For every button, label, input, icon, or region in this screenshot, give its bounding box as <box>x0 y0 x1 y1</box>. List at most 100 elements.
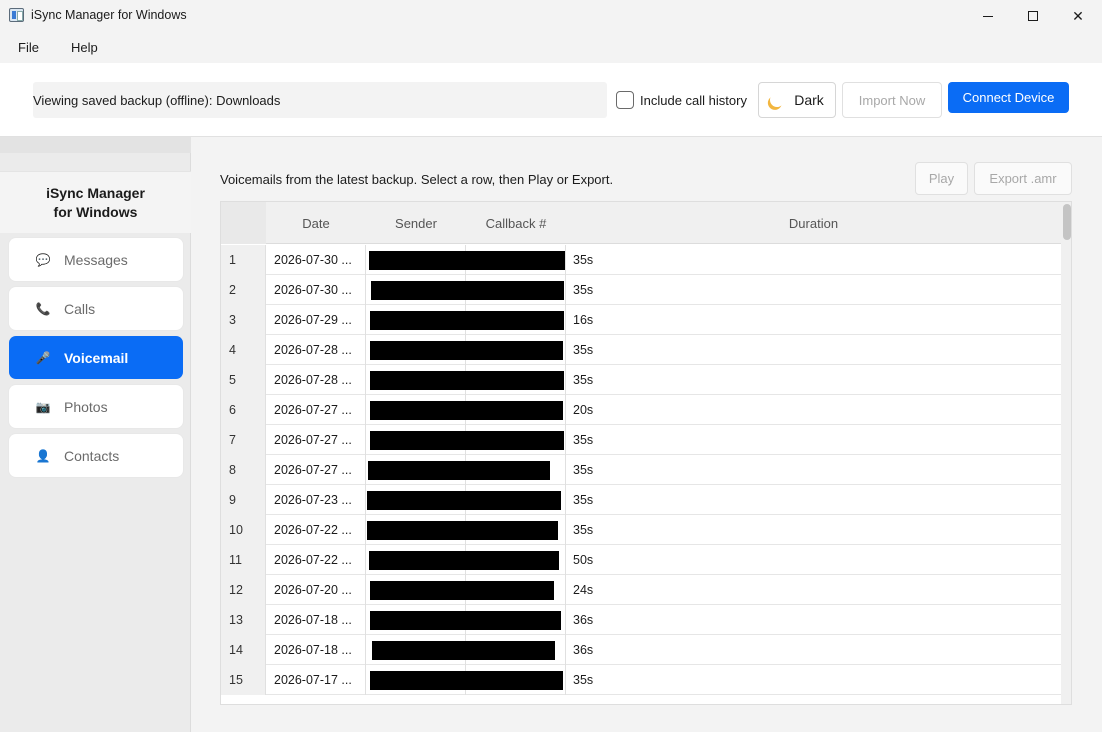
vertical-scrollbar[interactable] <box>1061 202 1071 704</box>
cell-date: 2026-07-30 ... <box>266 245 366 275</box>
minimize-icon <box>983 15 993 17</box>
include-call-history-checkbox[interactable] <box>616 91 634 109</box>
row-number: 13 <box>221 605 266 635</box>
redaction-bar <box>370 671 563 690</box>
table-row[interactable]: 13 2026-07-18 ... 36s <box>221 605 1061 635</box>
row-number: 6 <box>221 395 266 425</box>
main-panel: Voicemails from the latest backup. Selec… <box>192 137 1102 732</box>
row-number: 11 <box>221 545 266 575</box>
cell-duration: 36s <box>573 643 594 657</box>
cell-duration: 35s <box>573 463 594 477</box>
table-row[interactable]: 12 2026-07-20 ... 24s <box>221 575 1061 605</box>
redaction-bar <box>370 401 563 420</box>
column-header-duration[interactable]: Duration <box>566 202 1061 244</box>
cell-date: 2026-07-27 ... <box>266 425 366 455</box>
table-row[interactable]: 15 2026-07-17 ... 35s <box>221 665 1061 695</box>
window-title: iSync Manager for Windows <box>31 8 187 22</box>
table-row[interactable]: 11 2026-07-22 ... 50s <box>221 545 1061 575</box>
column-header-callback[interactable]: Callback # <box>466 202 566 244</box>
redaction-bar <box>369 251 565 270</box>
table-row[interactable]: 5 2026-07-28 ... 35s <box>221 365 1061 395</box>
menu-file[interactable]: File <box>18 40 39 55</box>
cell-duration: 35s <box>573 673 594 687</box>
row-number: 8 <box>221 455 266 485</box>
cell-date: 2026-07-27 ... <box>266 455 366 485</box>
cell-duration: 16s <box>573 313 594 327</box>
table-row[interactable]: 8 2026-07-27 ... 35s <box>221 455 1061 485</box>
moon-icon <box>768 91 786 109</box>
redaction-bar <box>369 551 559 570</box>
export-amr-button[interactable]: Export .amr <box>974 162 1072 195</box>
cell-duration: 35s <box>573 373 594 387</box>
table-row[interactable]: 3 2026-07-29 ... 16s <box>221 305 1061 335</box>
cell-duration: 35s <box>573 283 594 297</box>
column-header-sender[interactable]: Sender <box>366 202 466 244</box>
redaction-bar <box>370 431 564 450</box>
cell-duration: 35s <box>573 343 594 357</box>
row-index-header[interactable] <box>221 202 266 244</box>
cell-date: 2026-07-23 ... <box>266 485 366 515</box>
cell-date: 2026-07-30 ... <box>266 275 366 305</box>
scrollbar-thumb[interactable] <box>1063 204 1071 240</box>
backup-status-text: Viewing saved backup (offline): Download… <box>33 92 281 108</box>
table-header: Date Sender Callback # Duration <box>221 202 1071 244</box>
row-number: 14 <box>221 635 266 665</box>
menu-bar: File Help <box>0 32 1102 63</box>
table-row[interactable]: 9 2026-07-23 ... 35s <box>221 485 1061 515</box>
table-row[interactable]: 4 2026-07-28 ... 35s <box>221 335 1061 365</box>
redaction-bar <box>370 581 554 600</box>
table-row[interactable]: 6 2026-07-27 ... 20s <box>221 395 1061 425</box>
cell-duration: 35s <box>573 493 594 507</box>
sidebar-item-photos[interactable]: 📷 Photos <box>9 385 183 428</box>
voicemail-table[interactable]: Date Sender Callback # Duration 1 2026-07… <box>220 201 1072 705</box>
sidebar-item-calls[interactable]: 📞 Calls <box>9 287 183 330</box>
redaction-bar <box>370 311 564 330</box>
table-row[interactable]: 14 2026-07-18 ... 36s <box>221 635 1061 665</box>
table-row[interactable]: 7 2026-07-27 ... 35s <box>221 425 1061 455</box>
sidebar-item-messages[interactable]: 💬 Messages <box>9 238 183 281</box>
include-call-history-toggle[interactable]: Include call history <box>616 91 747 109</box>
table-row[interactable]: 10 2026-07-22 ... 35s <box>221 515 1061 545</box>
sidebar-item-label: Contacts <box>64 447 120 464</box>
redaction-bar <box>370 341 563 360</box>
table-row[interactable]: 2 2026-07-30 ... 35s <box>221 275 1061 305</box>
cell-duration: 20s <box>573 403 594 417</box>
top-toolbar: Viewing saved backup (offline): Download… <box>0 63 1102 137</box>
instructions-text: Voicemails from the latest backup. Selec… <box>220 172 614 187</box>
sidebar-item-contacts[interactable]: 👤 Contacts <box>9 434 183 477</box>
dark-mode-button[interactable]: Dark <box>758 82 836 118</box>
sidebar-item-label: Voicemail <box>64 349 129 366</box>
sidebar-item-voicemail[interactable]: 🎤 Voicemail <box>9 336 183 379</box>
import-now-button[interactable]: Import Now <box>842 82 942 118</box>
row-number: 4 <box>221 335 266 365</box>
sidebar-item-label: Photos <box>64 398 108 415</box>
cell-date: 2026-07-28 ... <box>266 365 366 395</box>
app-icon <box>9 8 24 22</box>
play-button[interactable]: Play <box>915 162 968 195</box>
phone-icon: 📞 <box>35 301 51 316</box>
row-number: 15 <box>221 665 266 695</box>
menu-help[interactable]: Help <box>71 40 98 55</box>
row-number: 5 <box>221 365 266 395</box>
table-row[interactable]: 1 2026-07-30 ... 35s <box>221 245 1061 275</box>
close-button[interactable]: ✕ <box>1055 0 1101 32</box>
connect-device-button[interactable]: Connect Device <box>948 82 1069 113</box>
column-header-date[interactable]: Date <box>266 202 366 244</box>
cell-duration: 36s <box>573 613 594 627</box>
redaction-bar <box>370 611 561 630</box>
sidebar: iSync Manager for Windows 💬 Messages 📞 C… <box>0 137 191 732</box>
sidebar-header-strip <box>0 137 191 153</box>
sidebar-brand: iSync Manager for Windows <box>0 171 191 233</box>
dark-mode-label: Dark <box>794 92 824 108</box>
cell-date: 2026-07-22 ... <box>266 515 366 545</box>
maximize-button[interactable] <box>1010 0 1056 32</box>
redaction-bar <box>367 491 561 510</box>
row-number: 7 <box>221 425 266 455</box>
close-icon: ✕ <box>1072 7 1084 24</box>
row-number: 10 <box>221 515 266 545</box>
cell-date: 2026-07-17 ... <box>266 665 366 695</box>
sidebar-item-label: Calls <box>64 300 96 317</box>
minimize-button[interactable] <box>965 0 1011 32</box>
cell-date: 2026-07-29 ... <box>266 305 366 335</box>
redaction-bar <box>372 641 555 660</box>
